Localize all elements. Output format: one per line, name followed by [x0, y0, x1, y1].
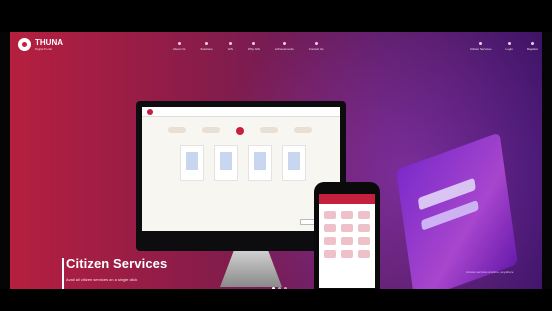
monitor-screen	[142, 107, 340, 231]
carousel-dot[interactable]	[272, 287, 275, 289]
screen-tabs	[142, 117, 340, 135]
nav-label: About Us	[173, 47, 186, 51]
phone-screen	[319, 194, 375, 288]
screen-active-tab	[236, 127, 244, 135]
nav-item-register[interactable]: Register	[527, 42, 538, 51]
screen-card	[248, 145, 272, 181]
nav-item-solutions[interactable]: Solutions	[200, 42, 213, 51]
nav-dot-icon	[252, 42, 256, 45]
nav-label: Why GIS	[247, 47, 260, 51]
screen-header	[142, 107, 340, 117]
nav-label: Contact Us	[308, 47, 324, 51]
phone-icon-grid	[319, 204, 375, 265]
nav-item-login[interactable]: Login	[505, 42, 513, 51]
screen-tab	[294, 127, 312, 133]
nav-dot-icon	[282, 42, 286, 45]
nav-label: Citizen Services	[469, 47, 492, 51]
nav-item-contact[interactable]: Contact Us	[309, 42, 324, 51]
right-menu: Citizen Services Login Register	[470, 42, 538, 51]
nav-label: Register	[526, 47, 538, 51]
nav-item-citizen-services[interactable]: Citizen Services	[469, 42, 492, 51]
nav-dot-icon	[205, 42, 209, 45]
phone-header	[319, 194, 375, 204]
screen-cards	[142, 135, 340, 181]
brand-name: THUNA	[35, 37, 63, 47]
brand-logo[interactable]: THUNA Digital Portal	[18, 38, 63, 51]
top-navigation: THUNA Digital Portal About Us Solutions …	[10, 32, 542, 58]
screen-card	[180, 145, 204, 181]
nav-label: Achievements	[274, 47, 294, 51]
nav-item-about[interactable]: About Us	[173, 42, 185, 51]
nav-dot-icon	[314, 42, 318, 45]
screen-card	[282, 145, 306, 181]
user-plus-icon	[530, 42, 534, 45]
hero-divider	[62, 258, 64, 289]
screen-card	[214, 145, 238, 181]
nav-label: Solutions	[200, 47, 213, 51]
monitor-stand	[220, 251, 282, 287]
screen-logo-icon	[147, 108, 153, 115]
nav-label: GIS	[227, 47, 233, 51]
letterbox-bottom	[0, 289, 552, 311]
nav-label: Login	[505, 47, 513, 51]
screen-tab	[202, 127, 220, 133]
tilted-phone-illustration	[396, 132, 518, 289]
smartphone-mockup	[314, 182, 380, 289]
screen-tab	[260, 127, 278, 133]
nav-item-why-gis[interactable]: Why GIS	[248, 42, 260, 51]
brand-tagline: Digital Portal	[35, 46, 53, 51]
nav-item-achievements[interactable]: Achievements	[275, 42, 294, 51]
carousel-indicators	[272, 287, 287, 289]
nav-dot-icon	[479, 42, 483, 45]
video-frame: THUNA Digital Portal About Us Solutions …	[0, 0, 552, 311]
nav-dot-icon	[228, 42, 232, 45]
user-icon	[507, 42, 511, 45]
hero-title: Citizen Services	[66, 256, 168, 271]
carousel-dot[interactable]	[284, 287, 287, 289]
nav-item-gis[interactable]: GIS	[228, 42, 233, 51]
main-menu: About Us Solutions GIS Why GIS Achieveme…	[173, 42, 324, 51]
letterbox-top	[0, 0, 552, 32]
hero-subtitle: Avail all citizen services on a single c…	[66, 277, 138, 282]
carousel-dot[interactable]	[278, 287, 281, 289]
screen-tab	[168, 127, 186, 133]
logo-icon	[18, 38, 31, 51]
nav-dot-icon	[177, 42, 181, 45]
hero-text: Citizen Services Avail all citizen servi…	[62, 256, 168, 289]
right-caption: Access services anytime, anywhere	[466, 270, 514, 274]
website-banner: THUNA Digital Portal About Us Solutions …	[10, 32, 542, 289]
